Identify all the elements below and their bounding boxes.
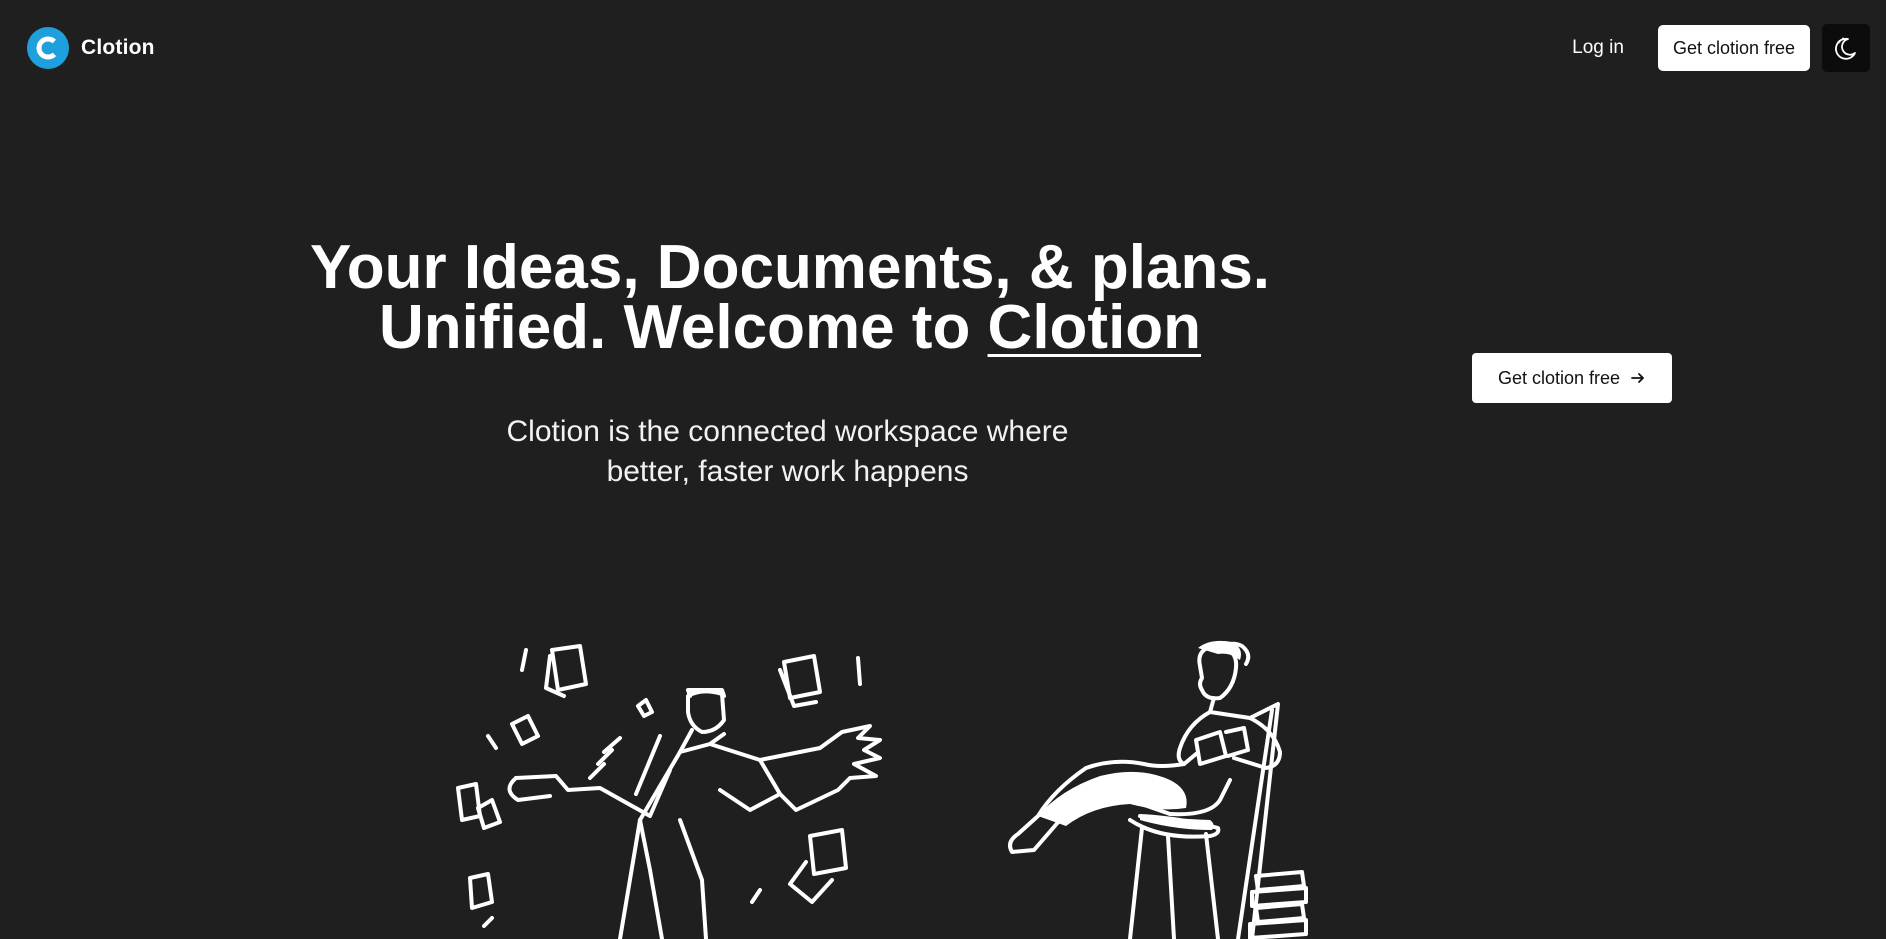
top-navbar: Clotion Log in Get clotion free <box>0 0 1886 96</box>
arrow-right-icon <box>1631 373 1644 383</box>
hero-subtitle-line2: better, faster work happens <box>606 455 969 488</box>
hero-title: Your Ideas, Documents, & plans. Unified.… <box>250 233 1330 359</box>
hero-cta-label: Get clotion free <box>1497 367 1621 388</box>
get-clotion-free-button[interactable]: Get clotion free <box>1657 25 1810 71</box>
hero-subtitle-line1: Clotion is the connected workspace where <box>506 415 1069 448</box>
hero-subtitle: Clotion is the connected workspace where… <box>400 412 1175 492</box>
theme-toggle-button[interactable] <box>1822 24 1870 72</box>
hero-title-line2: Unified. Welcome to Clotion <box>250 297 1330 359</box>
clotion-logo-icon <box>27 27 69 69</box>
hero-title-brand: Clotion <box>987 293 1202 362</box>
brand[interactable]: Clotion <box>27 27 155 69</box>
moon-stars-icon <box>1835 37 1856 60</box>
brand-name: Clotion <box>81 36 155 59</box>
hero-title-line1: Your Ideas, Documents, & plans. <box>309 233 1271 302</box>
login-link[interactable]: Log in <box>1550 25 1646 71</box>
hero-get-clotion-free-button[interactable]: Get clotion free <box>1472 353 1672 403</box>
nav-actions: Log in Get clotion free <box>1550 24 1870 72</box>
hero-illustration <box>456 640 1308 939</box>
hero-title-line2-text: Unified. Welcome to <box>378 293 988 362</box>
